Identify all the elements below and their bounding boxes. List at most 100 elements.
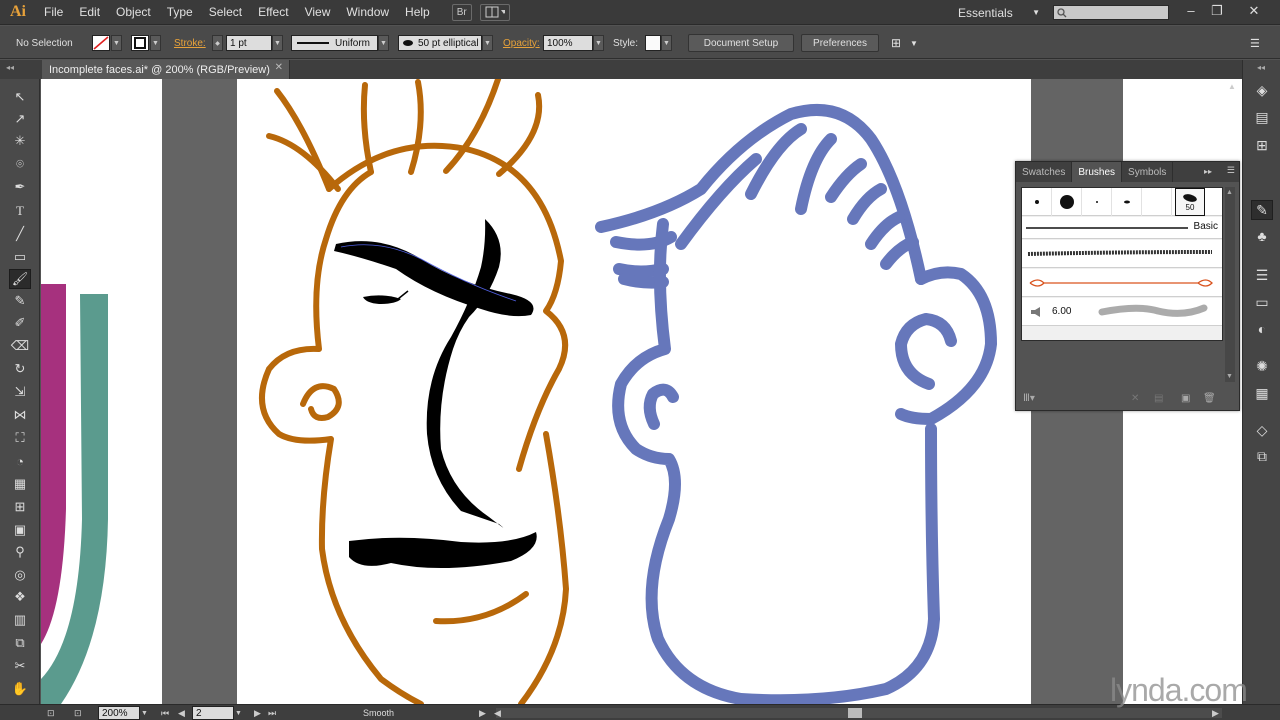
- hand-tool-icon[interactable]: ✋: [9, 679, 31, 699]
- column-graph-tool-icon[interactable]: ▥: [9, 610, 31, 630]
- charcoal-brush-row[interactable]: [1022, 240, 1222, 268]
- stroke-label[interactable]: Stroke:: [174, 35, 206, 51]
- stroke-panel-icon[interactable]: ☰: [1251, 265, 1273, 285]
- scroll-left-icon[interactable]: ◀: [494, 706, 501, 720]
- brush-options-icon[interactable]: ▤: [1154, 393, 1163, 404]
- first-artboard-icon[interactable]: ⏮: [161, 706, 169, 720]
- collapse-tools-icon[interactable]: ◂◂: [6, 63, 14, 72]
- tab-brushes[interactable]: Brushes: [1072, 162, 1123, 182]
- search-input[interactable]: [1053, 5, 1169, 20]
- brushes-panel-icon[interactable]: ✎: [1251, 200, 1273, 220]
- brush-elliptical-50-selected[interactable]: 50: [1175, 188, 1205, 216]
- free-transform-tool-icon[interactable]: ⛶: [9, 428, 31, 448]
- lasso-tool-icon[interactable]: ⌾: [9, 154, 31, 174]
- type-tool-icon[interactable]: T: [9, 201, 31, 221]
- scroll-up-icon[interactable]: ▲: [1226, 189, 1233, 196]
- menu-object[interactable]: Object: [108, 0, 159, 25]
- brush-dropdown[interactable]: ▼: [482, 35, 493, 51]
- arrange-documents-button[interactable]: [479, 3, 510, 21]
- symbol-sprayer-tool-icon[interactable]: ❖: [9, 587, 31, 607]
- brush-ellipse-small[interactable]: [1112, 188, 1142, 216]
- perspective-grid-tool-icon[interactable]: ▦: [9, 474, 31, 494]
- slice-tool-icon[interactable]: ✂: [9, 656, 31, 676]
- next-artboard-icon[interactable]: ▶: [254, 706, 261, 720]
- mesh-tool-icon[interactable]: ⊞: [9, 497, 31, 517]
- document-tab[interactable]: Incomplete faces.ai* @ 200% (RGB/Preview…: [42, 60, 290, 79]
- basic-brush-row[interactable]: Basic: [1022, 217, 1222, 239]
- close-button[interactable]: ✕: [1243, 2, 1265, 20]
- minimize-button[interactable]: –: [1180, 2, 1202, 20]
- horizontal-scrollbar[interactable]: [496, 708, 1222, 718]
- color-panel-icon[interactable]: ◈: [1251, 80, 1273, 100]
- style-dropdown[interactable]: ▼: [661, 35, 672, 51]
- delete-brush-icon[interactable]: 🗑: [1203, 393, 1216, 404]
- width-tool-icon[interactable]: ⋈: [9, 405, 31, 425]
- appearance-panel-icon[interactable]: ✺: [1251, 356, 1273, 376]
- horizontal-scroll-thumb[interactable]: [848, 708, 862, 718]
- brush-empty[interactable]: [1142, 188, 1172, 216]
- profile-dropdown[interactable]: ▼: [378, 35, 389, 51]
- gradient-tool-icon[interactable]: ▣: [9, 520, 31, 540]
- opacity-dropdown[interactable]: ▼: [593, 35, 604, 51]
- menu-effect[interactable]: Effect: [250, 0, 296, 25]
- pencil-tool-icon[interactable]: ✎: [9, 291, 31, 311]
- panel-options-icon[interactable]: ☰: [1250, 35, 1260, 51]
- swatches-panel-icon[interactable]: ⊞: [1251, 135, 1273, 155]
- menu-view[interactable]: View: [297, 0, 339, 25]
- menu-help[interactable]: Help: [397, 0, 438, 25]
- stroke-swatch[interactable]: [131, 35, 149, 51]
- brush-dot-small[interactable]: [1022, 188, 1052, 216]
- fill-dropdown[interactable]: ▼: [111, 35, 122, 51]
- bristle-brush-row[interactable]: 6.00: [1022, 298, 1222, 326]
- status-menu-icon[interactable]: ▶: [479, 706, 486, 720]
- layers-panel-icon[interactable]: ◇: [1251, 420, 1273, 440]
- transparency-panel-icon[interactable]: ◐: [1251, 319, 1273, 339]
- direct-selection-tool-icon[interactable]: ↗: [9, 109, 31, 129]
- panel-menu-icon[interactable]: ☰: [1227, 165, 1235, 176]
- artboards-panel-icon[interactable]: ⧉: [1251, 446, 1273, 466]
- opacity-label[interactable]: Opacity:: [503, 35, 540, 51]
- brush-dot-tiny[interactable]: [1082, 188, 1112, 216]
- zoom-level-input[interactable]: 200%: [98, 706, 140, 720]
- stroke-weight-input[interactable]: 1 pt: [226, 35, 272, 51]
- symbols-panel-icon[interactable]: ♣: [1251, 226, 1273, 246]
- remove-brush-stroke-icon[interactable]: ✕: [1131, 393, 1139, 404]
- artboard-tool-icon[interactable]: ⧉: [9, 633, 31, 653]
- new-brush-icon[interactable]: ▣: [1181, 393, 1190, 404]
- blob-brush-tool-icon[interactable]: ✐: [9, 313, 31, 333]
- paintbrush-tool-icon[interactable]: 🖌: [9, 269, 31, 289]
- close-icon[interactable]: ✕: [275, 62, 283, 73]
- preferences-button[interactable]: Preferences: [801, 34, 879, 52]
- style-swatch[interactable]: [645, 35, 661, 51]
- tab-swatches[interactable]: Swatches: [1016, 162, 1073, 182]
- magic-wand-tool-icon[interactable]: ✳: [9, 131, 31, 151]
- last-artboard-icon[interactable]: ⏭: [268, 706, 276, 720]
- blend-tool-icon[interactable]: ◎: [9, 565, 31, 585]
- zoom-dropdown-icon[interactable]: ▼: [141, 706, 148, 720]
- pen-tool-icon[interactable]: ✒: [9, 177, 31, 197]
- workspace-switcher[interactable]: Essentials ▼: [958, 4, 1040, 21]
- scale-tool-icon[interactable]: ⇲: [9, 382, 31, 402]
- graphic-styles-icon[interactable]: ▦: [1251, 383, 1273, 403]
- restore-button[interactable]: ❐: [1206, 2, 1228, 20]
- eyedropper-tool-icon[interactable]: ⚲: [9, 542, 31, 562]
- art-brush-row[interactable]: [1022, 269, 1222, 297]
- artboard-dropdown-icon[interactable]: ▼: [235, 706, 242, 720]
- zoom-mode-icon[interactable]: ⊡: [47, 706, 55, 720]
- menu-edit[interactable]: Edit: [71, 0, 108, 25]
- menu-file[interactable]: File: [36, 0, 71, 25]
- line-tool-icon[interactable]: ╱: [9, 224, 31, 244]
- panel-scrollbar[interactable]: ▲ ▼: [1225, 187, 1235, 382]
- eraser-tool-icon[interactable]: ⌫: [9, 336, 31, 356]
- brush-libraries-icon[interactable]: Ⅲ▾: [1023, 393, 1035, 404]
- gradient-panel-icon[interactable]: ▭: [1251, 292, 1273, 312]
- control-bar-menu-icon[interactable]: ▼: [910, 35, 918, 51]
- collapse-panel-icon[interactable]: ▸▸: [1204, 167, 1212, 176]
- stroke-stepper[interactable]: ◆: [212, 35, 223, 51]
- arrange-icon[interactable]: ⊞: [891, 35, 901, 51]
- tab-symbols[interactable]: Symbols: [1122, 162, 1174, 182]
- variable-width-profile[interactable]: Uniform: [291, 35, 378, 51]
- bridge-button[interactable]: Br: [451, 3, 472, 21]
- rectangle-tool-icon[interactable]: ▭: [9, 247, 31, 267]
- stroke-weight-dropdown[interactable]: ▼: [272, 35, 283, 51]
